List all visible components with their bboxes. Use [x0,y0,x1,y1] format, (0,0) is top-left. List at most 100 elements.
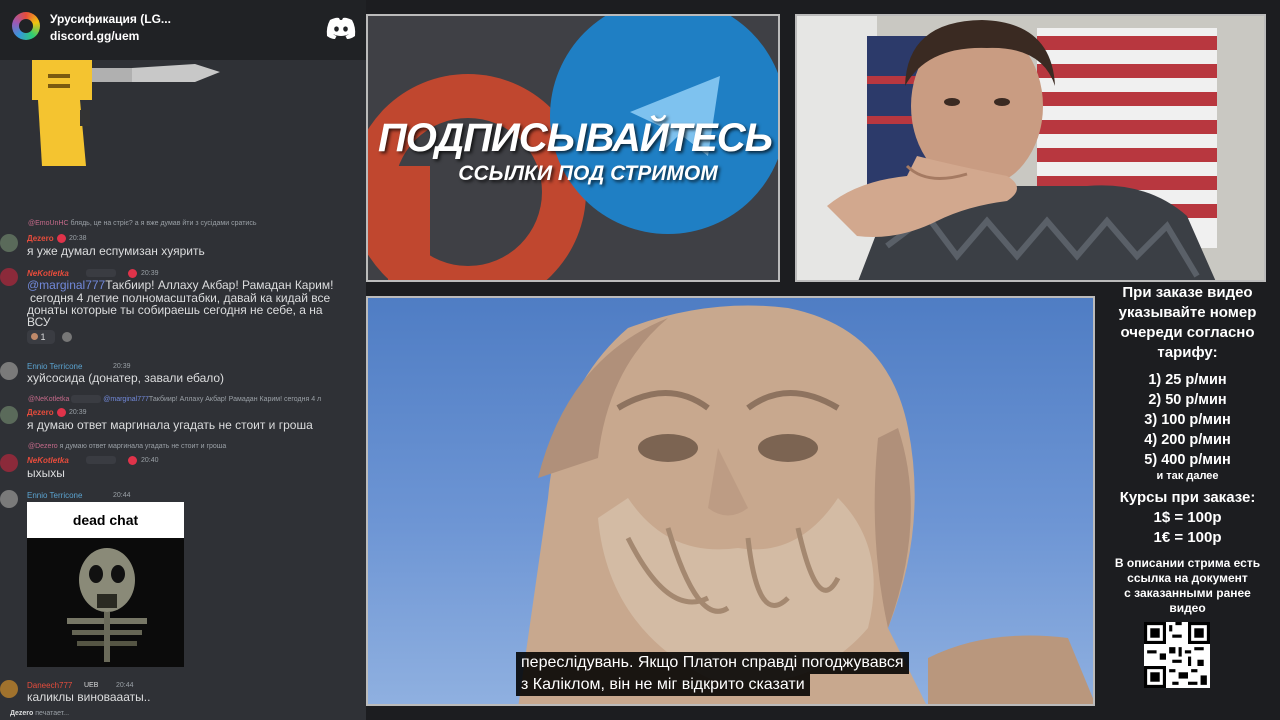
reply-preview[interactable]: @NeKotletka @marginal777Такбиир! Аллаху … [28,395,321,403]
username[interactable]: NeKotletka [27,456,69,465]
avatar[interactable] [0,362,18,380]
typing-text: печатает... [35,710,70,717]
chat-message: @EmoUnHC блядь, це на стріє? а я вже дум… [0,220,366,260]
username[interactable]: Дezero [27,234,54,243]
message-text: я уже думал еспумизан хуярить [27,244,205,258]
reply-username: @Dezero [28,443,58,450]
discord-chat-panel: @EmoUnHC блядь, це на стріє? а я вже дум… [0,0,366,720]
role-tag [86,456,116,464]
discord-logo-icon[interactable] [326,17,356,39]
reply-preview[interactable]: @EmoUnHC блядь, це на стріє? а я вже дум… [28,220,257,227]
timestamp: 20:39 [69,409,87,416]
timestamp: 20:38 [69,235,87,242]
reply-username: @EmoUnHC [28,220,69,227]
price-tier: 1) 25 р/мин [1148,372,1227,388]
info-note-line: видео [1169,601,1206,615]
order-info-panel: При заказе видео указывайте номер очеред… [1095,282,1280,720]
dead-chat-meme-image[interactable]: dead chat [27,502,184,667]
role-badge-icon [128,269,137,278]
message-text: ыхыхы [27,466,65,480]
username[interactable]: NeKotletka [27,269,69,278]
timestamp: 20:44 [113,492,131,499]
timestamp: 20:39 [113,363,131,370]
role-badge-icon [57,234,66,243]
timestamp: 20:44 [116,682,134,689]
reply-text: я думаю ответ маргинала угадать не стоит… [59,443,227,450]
info-note-line: ссылка на документ [1127,571,1248,585]
webcam-feed [795,14,1266,282]
avatar[interactable] [0,268,18,286]
username[interactable]: Ennio Terricone [27,491,82,500]
info-header-line: очереди согласно [1120,324,1255,341]
message-text: каликлы виноваааты.. [27,690,151,704]
info-header-line: тарифу: [1157,344,1218,361]
chat-message: Ennio Terricone 20:44 [0,490,366,508]
info-note-line: с заказанными ранее [1124,586,1251,600]
subtitle-line: з Каліклом, він не міг відкрито сказати [516,674,810,696]
subscribe-banner: ПОДПИСЫВАЙТЕСЬ ССЫЛКИ ПОД СТРИМОМ [366,14,780,282]
exchange-rate: 1€ = 100р [1153,529,1222,546]
streamer-webcam-image [797,16,1264,280]
username[interactable]: Daneech777 [27,681,72,690]
reply-text: блядь, це на стріє? а я вже думав йти з … [70,220,257,227]
banner-title: ПОДПИСЫВАЙТЕСЬ [377,116,773,160]
message-text: ВСУ [27,315,51,329]
exchange-rate: 1$ = 100р [1153,509,1222,526]
avatar[interactable] [0,454,18,472]
plato-statue-image [518,305,1093,704]
avatar[interactable] [0,406,18,424]
role-badge-icon [128,456,137,465]
message-text: Такбиир! Аллаху Акбар! Рамадан Карим! [105,278,334,292]
reaction-emoji-icon [31,333,38,340]
role-tag: UEB [84,682,99,689]
skeleton-image [67,548,147,662]
reply-text: Такбиир! Аллаху Акбар! Рамадан Карим! се… [148,395,322,403]
role-tag [71,395,102,403]
discord-widget-header: Урусификация (LG... discord.gg/uem [0,0,366,60]
reply-mention: @marginal777 [103,395,149,403]
username[interactable]: Ennio Terricone [27,362,82,371]
chat-message: @NeKotletka @marginal777Такбиир! Аллаху … [0,394,366,434]
reply-preview[interactable]: @Dezero я думаю ответ маргинала угадать … [28,443,226,450]
username[interactable]: Дezero [27,408,54,417]
info-note-line: В описании стрима есть [1114,556,1261,570]
price-tier: 2) 50 р/мин [1148,392,1227,408]
avatar[interactable] [0,490,18,508]
message-text: хуйсосида (донатер, завали ебало) [27,371,225,385]
chat-message: NeKotletka 20:39 @marginal777Такбиир! Ал… [0,268,366,346]
drill-emoji-image [32,60,220,166]
rates-title: Курсы при заказе: [1119,489,1256,506]
reaction-count: 1 [40,332,46,342]
typing-indicator: Дezero печатает... [10,710,69,717]
qr-code-image [1144,622,1210,688]
typing-user: Дezero [10,710,34,717]
reply-username: @NeKotletka [28,395,70,403]
avatar[interactable] [0,234,18,252]
server-icon[interactable] [12,12,40,40]
message-text: я думаю ответ маргинала угадать не стоит… [27,418,313,432]
role-badge-icon [57,408,66,417]
avatar[interactable] [0,680,18,698]
add-reaction-icon[interactable] [62,332,72,342]
price-tier: 3) 100 р/мин [1144,412,1231,428]
timestamp: 20:40 [141,457,159,464]
chat-message: Daneech777 UEB 20:44 каликлы виноваааты.… [0,680,366,706]
server-invite-link[interactable]: discord.gg/uem [50,29,139,43]
chat-message: @Dezero я думаю ответ маргинала угадать … [0,442,366,482]
user-mention[interactable]: @marginal777 [27,278,105,292]
meme-caption: dead chat [27,502,184,538]
banner-subtitle: ССЫЛКИ ПОД СТРИМОМ [458,162,718,185]
price-etc: и так далее [1156,470,1219,482]
main-video-player[interactable]: переслідувань. Якщо Платон справді погод… [366,296,1095,706]
subtitles: переслідувань. Якщо Платон справді погод… [516,652,976,696]
info-header-line: При заказе видео [1122,284,1253,301]
role-tag [86,269,116,277]
message-text: донаты которые ты собираешь сегодня не с… [27,303,323,317]
chat-message: Ennio Terricone 20:39 хуйсосида (донатер… [0,362,366,388]
subtitle-line: переслідувань. Якщо Платон справді погод… [516,652,909,674]
timestamp: 20:39 [141,270,159,277]
price-tier: 4) 200 р/мин [1144,432,1231,448]
reaction-chip[interactable]: 1 [27,330,55,344]
info-header-line: указывайте номер [1118,304,1257,321]
price-tier: 5) 400 р/мин [1144,452,1231,468]
